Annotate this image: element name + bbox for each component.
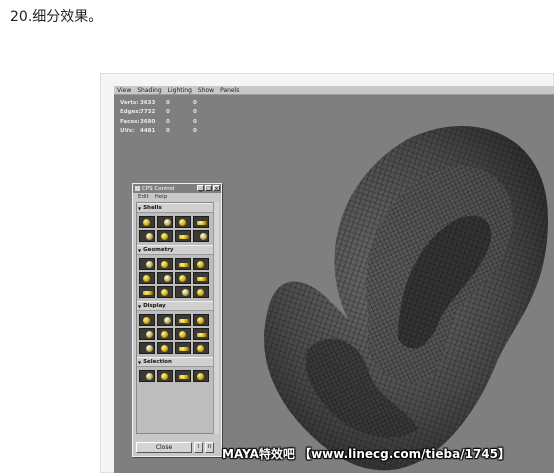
hud-label: Faces: xyxy=(120,118,140,125)
tool-icon[interactable] xyxy=(193,370,209,382)
tool-icon[interactable] xyxy=(157,272,173,284)
menu-view[interactable]: View xyxy=(117,87,131,94)
tool-icon[interactable] xyxy=(139,286,155,298)
tool-icon[interactable] xyxy=(139,216,155,228)
menu-show[interactable]: Show xyxy=(198,87,214,94)
close-button[interactable]: Close xyxy=(136,442,192,453)
tool-icon[interactable] xyxy=(193,216,209,228)
collapse-triangle-icon[interactable]: ▼ xyxy=(138,248,141,253)
cps-titlebar[interactable]: CPS Control _ □ × xyxy=(133,184,221,193)
section-label: Shells xyxy=(143,205,162,211)
tool-icon[interactable] xyxy=(175,216,191,228)
tool-icon[interactable] xyxy=(193,286,209,298)
hud-row-uvs: UVs: 4481 0 0 xyxy=(120,127,197,137)
hud-label: Edges: xyxy=(120,109,141,116)
tool-icon[interactable] xyxy=(139,230,155,242)
tool-icon[interactable] xyxy=(175,314,191,326)
collapse-triangle-icon[interactable]: ▼ xyxy=(138,304,141,309)
maya-logo-icon xyxy=(135,186,140,191)
hud-value: 0 xyxy=(166,99,170,106)
post-caption: 20.细分效果。 xyxy=(10,9,103,25)
tool-icon[interactable] xyxy=(193,328,209,340)
tool-icon[interactable] xyxy=(157,258,173,270)
section-label: Geometry xyxy=(143,247,174,253)
tool-icon[interactable] xyxy=(175,328,191,340)
tool-icon[interactable] xyxy=(139,328,155,340)
display-tool-icons xyxy=(137,311,213,357)
cps-scrollbar[interactable] xyxy=(213,202,219,434)
tool-icon[interactable] xyxy=(157,230,173,242)
hud-value: 3633 xyxy=(140,99,156,106)
hud-value: 0 xyxy=(193,109,197,116)
hud-row-faces: Faces: 3680 0 0 xyxy=(120,117,197,127)
tool-icon[interactable] xyxy=(157,370,173,382)
hud-value: 0 xyxy=(193,99,197,106)
tool-icon[interactable] xyxy=(139,272,155,284)
poly-count-hud: Verts: 3633 0 0 Edges: 7732 0 0 Faces: 3… xyxy=(120,98,197,136)
section-display[interactable]: ▼ Display xyxy=(137,301,213,311)
tool-icon[interactable] xyxy=(175,230,191,242)
tool-icon[interactable] xyxy=(157,328,173,340)
tool-icon[interactable] xyxy=(175,342,191,354)
hud-value: 0 xyxy=(193,128,197,135)
maximize-icon[interactable]: □ xyxy=(205,185,212,192)
tool-icon[interactable] xyxy=(157,314,173,326)
ear-wireframe-mesh[interactable] xyxy=(248,109,554,473)
tool-icon[interactable] xyxy=(139,258,155,270)
cps-title: CPS Control xyxy=(142,185,175,192)
tool-icon[interactable] xyxy=(139,342,155,354)
tool-icon[interactable] xyxy=(139,314,155,326)
hud-value: 0 xyxy=(166,109,170,116)
viewport-menubar: View Shading Lighting Show Panels xyxy=(114,86,554,95)
hud-label: Verts: xyxy=(120,99,139,106)
tool-icon[interactable] xyxy=(157,216,173,228)
option-button-2[interactable]: II xyxy=(205,442,214,453)
tool-icon[interactable] xyxy=(175,258,191,270)
section-shells[interactable]: ▼ Shells xyxy=(137,203,213,213)
tool-icon[interactable] xyxy=(193,230,209,242)
tool-icon[interactable] xyxy=(157,286,173,298)
tool-icon[interactable] xyxy=(139,370,155,382)
watermark: MAYA特效吧 【www.linecg.com/tieba/1745】 xyxy=(222,447,511,461)
menu-panels[interactable]: Panels xyxy=(220,87,239,94)
hud-value: 0 xyxy=(166,128,170,135)
geometry-tool-icons xyxy=(137,255,213,301)
hud-value: 7732 xyxy=(140,109,156,116)
tool-icon[interactable] xyxy=(193,272,209,284)
hud-value: 4481 xyxy=(140,128,156,135)
hud-value: 0 xyxy=(193,118,197,125)
close-icon[interactable]: × xyxy=(213,185,220,192)
section-selection[interactable]: ▼ Selection xyxy=(137,357,213,367)
section-label: Display xyxy=(143,303,166,309)
tool-icon[interactable] xyxy=(175,286,191,298)
hud-value: 0 xyxy=(166,118,170,125)
hud-value: 3680 xyxy=(140,118,156,125)
maya-viewport[interactable]: View Shading Lighting Show Panels Verts:… xyxy=(114,86,554,473)
tool-icon[interactable] xyxy=(175,272,191,284)
cps-menu-help[interactable]: Help xyxy=(155,194,168,200)
tool-icon[interactable] xyxy=(157,342,173,354)
collapse-triangle-icon[interactable]: ▼ xyxy=(138,360,141,365)
section-label: Selection xyxy=(143,359,172,365)
cps-menubar: Edit Help xyxy=(133,193,221,201)
hud-row-verts: Verts: 3633 0 0 xyxy=(120,98,197,108)
hud-label: UVs: xyxy=(120,128,135,135)
selection-tool-icons xyxy=(137,367,213,385)
minimize-icon[interactable]: _ xyxy=(197,185,204,192)
cps-tool-list[interactable]: ▼ Shells ▼ Geometry ▼ Display ▼ Selectio… xyxy=(136,202,214,434)
shells-tool-icons xyxy=(137,213,213,245)
menu-shading[interactable]: Shading xyxy=(137,87,161,94)
section-geometry[interactable]: ▼ Geometry xyxy=(137,245,213,255)
cps-control-window[interactable]: CPS Control _ □ × Edit Help ▼ Shells ▼ G… xyxy=(132,183,222,457)
hud-row-edges: Edges: 7732 0 0 xyxy=(120,108,197,118)
tool-icon[interactable] xyxy=(175,370,191,382)
collapse-triangle-icon[interactable]: ▼ xyxy=(138,206,141,211)
cps-menu-edit[interactable]: Edit xyxy=(138,194,149,200)
tool-icon[interactable] xyxy=(193,314,209,326)
cps-bottom-bar: Close I II xyxy=(136,442,214,453)
tool-icon[interactable] xyxy=(193,258,209,270)
option-button-1[interactable]: I xyxy=(194,442,203,453)
tool-icon[interactable] xyxy=(193,342,209,354)
menu-lighting[interactable]: Lighting xyxy=(168,87,192,94)
